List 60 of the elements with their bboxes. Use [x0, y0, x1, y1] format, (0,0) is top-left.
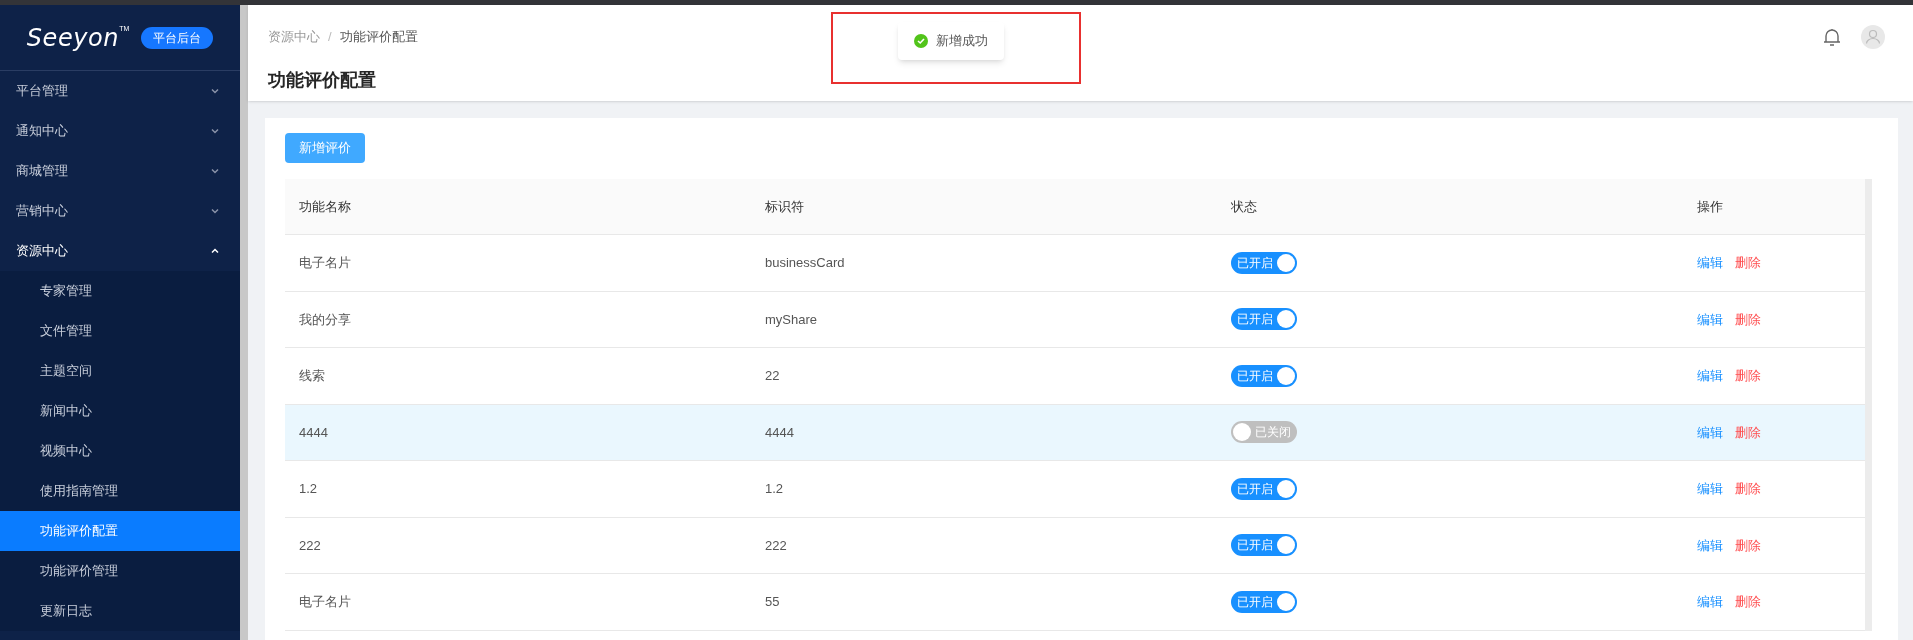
table-cell-text: 电子名片 — [298, 254, 352, 272]
table-cell-text: 222 — [298, 536, 322, 555]
table-cell-text: 55 — [764, 593, 781, 611]
breadcrumb-current: 功能评价配置 — [339, 28, 418, 46]
column-header: 状态 — [1230, 197, 1258, 216]
table-cell-text: 22 — [764, 367, 781, 385]
edit-link[interactable]: 编辑 — [1697, 366, 1723, 386]
edit-link[interactable]: 编辑 — [1697, 535, 1723, 555]
edit-link[interactable]: 编辑 — [1697, 422, 1723, 442]
table-cell-text: 线索 — [298, 367, 326, 385]
column-header: 功能名称 — [298, 197, 352, 216]
status-toggle[interactable]: 已开启 — [1231, 308, 1297, 331]
edit-link[interactable]: 编辑 — [1697, 592, 1723, 612]
menu-item[interactable]: 平台管理 — [0, 71, 240, 111]
add-button[interactable]: 新增评价 — [285, 133, 365, 163]
breadcrumb-link[interactable]: 资源中心 — [268, 27, 320, 47]
submenu-item[interactable]: 文件管理 — [0, 311, 240, 351]
delete-link[interactable]: 删除 — [1735, 253, 1761, 273]
delete-link[interactable]: 删除 — [1735, 479, 1761, 499]
delete-link[interactable]: 删除 — [1735, 422, 1761, 442]
menu-item[interactable]: 资源中心 — [0, 231, 240, 271]
edit-link[interactable]: 编辑 — [1697, 253, 1723, 273]
table-cell-text: 222 — [764, 536, 788, 555]
platform-badge: 平台后台 — [141, 26, 214, 49]
column-header: 标识符 — [764, 197, 805, 216]
submenu-item[interactable]: 功能评价管理 — [0, 551, 240, 591]
submenu-item[interactable]: 视频中心 — [0, 431, 240, 471]
menu-item[interactable]: 营销中心 — [0, 191, 240, 231]
delete-link[interactable]: 删除 — [1735, 366, 1761, 386]
column-header: 操作 — [1696, 197, 1724, 216]
toast-message: 新增成功 — [936, 32, 988, 51]
page-title: 功能评价配置 — [268, 68, 377, 92]
table-cell-text: 1.2 — [764, 480, 785, 498]
table-cell-text: 1.2 — [298, 480, 319, 498]
menu-item[interactable]: 商城管理 — [0, 151, 240, 191]
edit-link[interactable]: 编辑 — [1697, 479, 1723, 499]
edit-link[interactable]: 编辑 — [1697, 309, 1723, 329]
table-cell-text: myShare — [764, 310, 819, 329]
table-cell-text: 我的分享 — [298, 310, 352, 329]
submenu-item[interactable]: 新闻中心 — [0, 391, 240, 431]
status-toggle[interactable]: 已开启 — [1231, 590, 1297, 613]
delete-link[interactable]: 删除 — [1735, 592, 1761, 612]
delete-link[interactable]: 删除 — [1735, 309, 1761, 329]
submenu-item[interactable]: 主题空间 — [0, 351, 240, 391]
status-toggle[interactable]: 已开启 — [1231, 364, 1297, 387]
status-toggle[interactable]: 已关闭 — [1231, 421, 1297, 444]
table-cell-text: 4444 — [764, 423, 795, 442]
submenu-item[interactable]: 专家管理 — [0, 271, 240, 311]
breadcrumb-separator: / — [328, 28, 332, 46]
delete-link[interactable]: 删除 — [1735, 535, 1761, 555]
status-toggle[interactable]: 已开启 — [1231, 251, 1297, 274]
submenu-item[interactable]: 功能评价配置 — [0, 511, 240, 551]
status-toggle[interactable]: 已开启 — [1231, 477, 1297, 500]
table-cell-text: 电子名片 — [298, 593, 352, 611]
table-cell-text: 4444 — [298, 423, 329, 442]
menu-item[interactable]: 通知中心 — [0, 111, 240, 151]
submenu-item[interactable]: 使用指南管理 — [0, 471, 240, 511]
status-toggle[interactable]: 已开启 — [1231, 534, 1297, 557]
table-cell-text: businessCard — [764, 254, 846, 272]
submenu-item[interactable]: 更新日志 — [0, 591, 240, 631]
